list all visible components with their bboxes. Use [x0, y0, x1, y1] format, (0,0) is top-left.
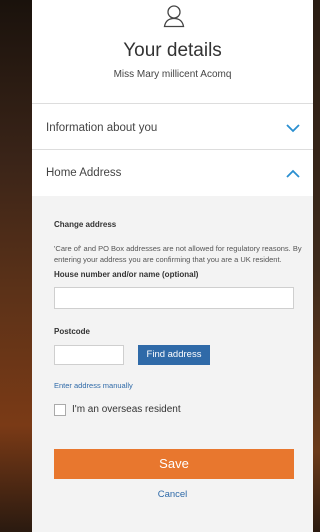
- enter-address-manually-link[interactable]: Enter address manually: [54, 381, 133, 390]
- change-address-heading: Change address: [54, 220, 117, 229]
- divider: [32, 103, 313, 104]
- background-edge-right: [313, 0, 320, 532]
- overseas-resident-checkbox[interactable]: [54, 404, 66, 416]
- house-field-label: House number and/or name (optional): [54, 270, 199, 279]
- customer-name: Miss Mary millicent Acomq: [113, 69, 232, 80]
- chevron-down-icon[interactable]: [286, 124, 300, 133]
- address-notice: 'Care of' and PO Box addresses are not a…: [54, 244, 302, 264]
- section-information-about-you[interactable]: Information about you: [46, 122, 157, 134]
- background-edge-left: [0, 0, 32, 532]
- chevron-up-icon[interactable]: [286, 169, 300, 178]
- section-home-address[interactable]: Home Address: [46, 167, 121, 179]
- overseas-resident-label[interactable]: I'm an overseas resident: [72, 404, 181, 415]
- postcode-input[interactable]: [54, 345, 124, 365]
- details-card: Your details Miss Mary millicent Acomq I…: [32, 0, 313, 532]
- postcode-label: Postcode: [54, 327, 91, 336]
- save-button[interactable]: Save: [54, 449, 294, 479]
- house-number-input[interactable]: [54, 287, 294, 309]
- user-icon: [163, 5, 185, 28]
- page-title: Your details: [123, 40, 222, 61]
- cancel-link[interactable]: Cancel: [32, 489, 313, 500]
- find-address-button[interactable]: Find address: [138, 345, 210, 365]
- divider: [32, 149, 313, 150]
